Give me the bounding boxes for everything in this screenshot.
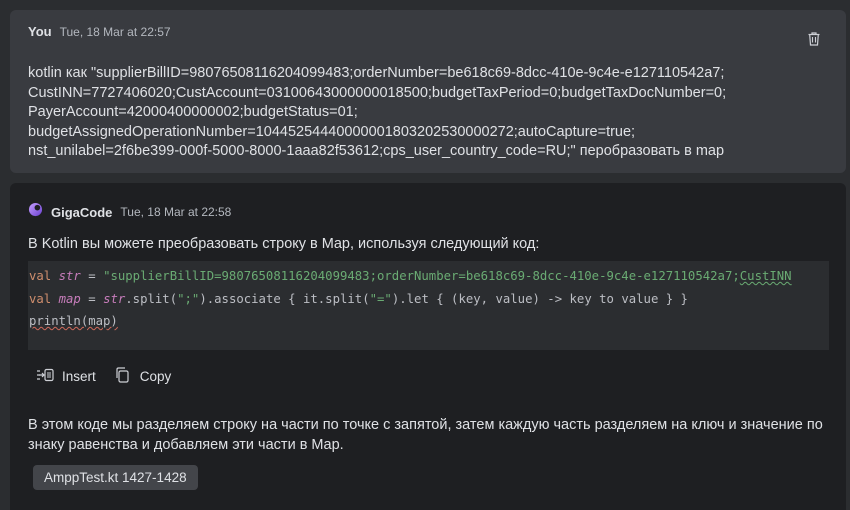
user-message: You Tue, 18 Mar at 22:57 kotlin как "sup… <box>10 10 846 173</box>
assistant-explanation-text: В этом коде мы разделяем строку на части… <box>28 417 823 453</box>
copy-icon <box>114 367 132 386</box>
user-message-text: kotlin как "supplierBillID=9807650811620… <box>28 65 727 160</box>
trash-icon[interactable] <box>806 31 822 47</box>
user-author: You <box>28 24 52 39</box>
code-line-3: println(map) <box>29 314 118 328</box>
insert-label: Insert <box>62 369 96 384</box>
code-line-2: val map = str.split(";").associate { it.… <box>29 292 688 306</box>
code-block[interactable]: val str = "supplierBillID=98076508116204… <box>28 261 829 350</box>
user-timestamp: Tue, 18 Mar at 22:57 <box>59 25 171 39</box>
gigacode-logo-icon <box>28 202 43 222</box>
assistant-author: GigaCode <box>51 204 113 220</box>
copy-label: Copy <box>139 369 172 384</box>
code-actions: Insert Copy <box>36 367 171 386</box>
insert-button[interactable]: Insert <box>36 367 96 386</box>
file-reference-chip[interactable]: AmppTest.kt 1427-1428 <box>33 465 198 490</box>
copy-button[interactable]: Copy <box>114 367 172 386</box>
insert-icon <box>36 367 54 386</box>
assistant-message: GigaCode Tue, 18 Mar at 22:58 В Kotlin в… <box>10 183 846 510</box>
assistant-timestamp: Tue, 18 Mar at 22:58 <box>120 205 232 219</box>
assistant-intro-text: В Kotlin вы можете преобразовать строку … <box>28 236 540 252</box>
user-message-header: You Tue, 18 Mar at 22:57 <box>28 24 171 39</box>
assistant-message-header: GigaCode Tue, 18 Mar at 22:58 <box>28 202 231 222</box>
code-line-1: val str = "supplierBillID=98076508116204… <box>29 269 792 283</box>
